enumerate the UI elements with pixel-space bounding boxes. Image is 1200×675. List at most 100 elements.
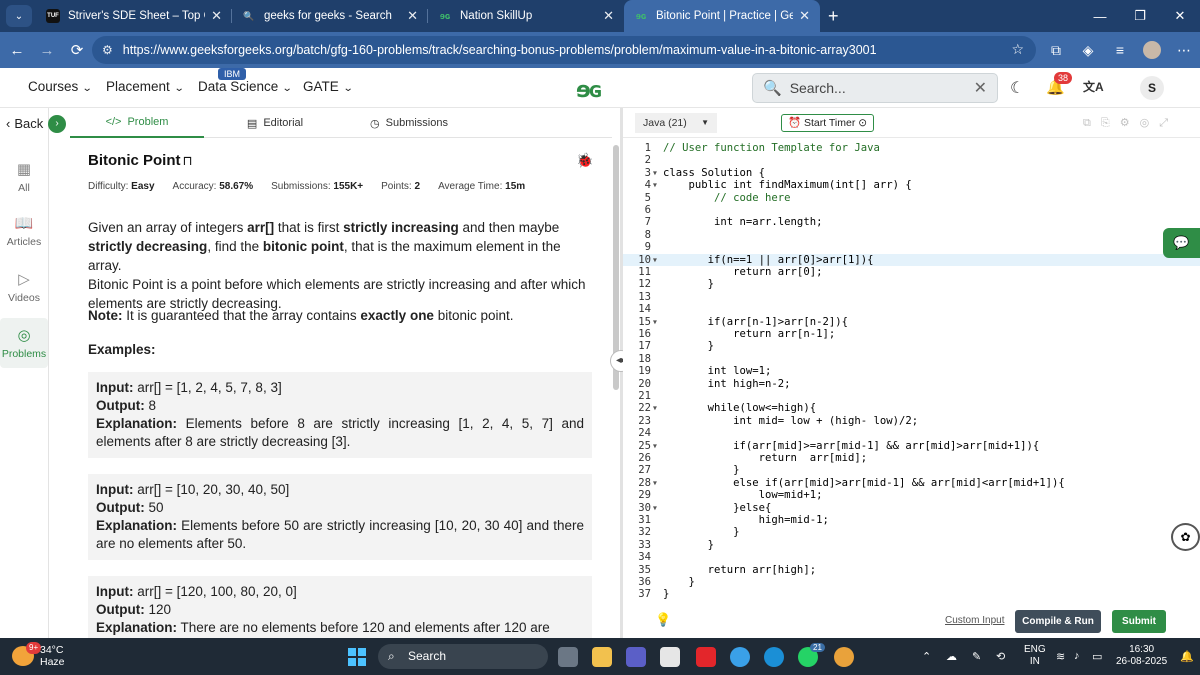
code-line[interactable]: 6	[623, 204, 1200, 217]
language-select[interactable]: Java (21) ▼	[635, 113, 717, 133]
code-line[interactable]: 31 high=mid-1;	[623, 514, 1200, 527]
edge-icon[interactable]	[764, 647, 784, 667]
code-line[interactable]: 8	[623, 229, 1200, 242]
battery-icon[interactable]: ▭	[1092, 650, 1102, 663]
youtube-icon[interactable]	[696, 647, 716, 667]
fold-toggle-icon[interactable]: ▼	[653, 440, 657, 453]
back-arrow-icon[interactable]: ←	[2, 42, 32, 59]
fold-toggle-icon[interactable]: ▼	[653, 179, 657, 192]
submit-button[interactable]: Submit	[1112, 610, 1166, 633]
start-timer-button[interactable]: ⏰ Start Timer ⊙	[781, 114, 875, 132]
url-field[interactable]: ⚙ https://www.geeksforgeeks.org/batch/gf…	[92, 36, 1036, 64]
back-button[interactable]: ‹ Back ›	[0, 108, 70, 138]
code-line[interactable]: 14	[623, 303, 1200, 316]
code-line[interactable]: 1 // User function Template for Java	[623, 142, 1200, 155]
tab-problem[interactable]: </> Problem	[70, 108, 204, 138]
reload-icon[interactable]: ⟳	[62, 41, 92, 59]
code-line[interactable]: 24	[623, 427, 1200, 440]
clear-search-icon[interactable]: ✕	[974, 78, 987, 98]
fold-toggle-icon[interactable]: ▼	[653, 254, 657, 267]
taskbar-search[interactable]: ⌕ Search	[378, 644, 548, 669]
code-area[interactable]: 1// User function Template for Java 2 3 ▼ cl…	[623, 138, 1200, 608]
close-window-icon[interactable]: ✕	[1160, 0, 1200, 32]
copilot-icon[interactable]: ◈	[1072, 42, 1104, 59]
fold-toggle-icon[interactable]: ▼	[653, 316, 657, 329]
code-line[interactable]: 17 }	[623, 340, 1200, 353]
more-menu-icon[interactable]: ⋯	[1168, 42, 1200, 59]
code-line[interactable]: 7 int n=arr.length;	[623, 216, 1200, 229]
fold-toggle-icon[interactable]: ▼	[653, 167, 657, 180]
browser-tab[interactable]: ɘɢ Nation SkillUp ✕	[428, 0, 624, 32]
code-line[interactable]: 22 ▼ while(low<=high){	[623, 402, 1200, 415]
fullscreen-icon[interactable]: ⤢	[1159, 117, 1178, 129]
extensions-icon[interactable]: ⧉	[1040, 42, 1072, 59]
tab-editorial[interactable]: ▤ Editorial	[208, 108, 342, 138]
code-line[interactable]: 9	[623, 241, 1200, 254]
site-info-icon[interactable]: ⚙	[102, 43, 113, 57]
profile-avatar-icon[interactable]	[1143, 41, 1161, 59]
wifi-icon[interactable]: ≋	[1056, 650, 1065, 663]
nav-gate[interactable]: GATE ⌄	[303, 79, 353, 94]
lightbulb-icon[interactable]: 💡	[655, 612, 671, 628]
notification-center-icon[interactable]: 🔔	[1180, 650, 1194, 663]
chevron-right-circle-icon[interactable]: ›	[48, 115, 66, 133]
code-line[interactable]: 11 return arr[0];	[623, 266, 1200, 279]
browser-tab[interactable]: TUF Striver's SDE Sheet – Top Coding ✕	[36, 0, 232, 32]
new-tab-icon[interactable]: +	[828, 6, 839, 27]
teams-icon[interactable]	[626, 647, 646, 667]
custom-input-link[interactable]: Custom Input	[945, 615, 1004, 626]
help-icon[interactable]	[730, 647, 750, 667]
code-line[interactable]: 13	[623, 291, 1200, 304]
copy-icon[interactable]: ⧉	[1083, 117, 1101, 129]
report-bug-icon[interactable]: 🐞	[576, 152, 593, 169]
input-language[interactable]: ENG IN	[1024, 644, 1046, 668]
code-line[interactable]: 28 ▼ else if(arr[mid]>arr[mid-1] && arr[m…	[623, 477, 1200, 490]
code-line[interactable]: 3 ▼ class Solution {	[623, 167, 1200, 180]
code-line[interactable]: 33 }	[623, 539, 1200, 552]
sync-icon[interactable]: ⟲	[996, 650, 1005, 663]
code-line[interactable]: 16 return arr[n-1];	[623, 328, 1200, 341]
browser-tab-active[interactable]: ɘɢ Bitonic Point | Practice | Geeksfo ✕	[624, 0, 820, 32]
close-icon[interactable]: ✕	[211, 8, 222, 24]
browser-tab[interactable]: 🔍 geeks for geeks - Search ✕	[232, 0, 428, 32]
bookmark-icon[interactable]: ⊓	[183, 153, 193, 168]
code-line[interactable]: 26 return arr[mid];	[623, 452, 1200, 465]
close-icon[interactable]: ✕	[407, 8, 418, 24]
fold-toggle-icon[interactable]: ▼	[653, 477, 657, 490]
theme-icon[interactable]: ◎	[1140, 117, 1160, 129]
restore-icon[interactable]: ❐	[1120, 0, 1160, 32]
code-line[interactable]: 4 ▼ public int findMaximum(int[] arr) {	[623, 179, 1200, 192]
code-line[interactable]: 2	[623, 154, 1200, 167]
code-line[interactable]: 34	[623, 551, 1200, 564]
code-line[interactable]: 30 ▼ }else{	[623, 502, 1200, 515]
tab-search-dropdown[interactable]: ⌄	[6, 5, 32, 27]
reading-list-icon[interactable]: ≡	[1104, 42, 1136, 58]
code-line[interactable]: 37}	[623, 588, 1200, 601]
code-line[interactable]: 15 ▼ if(arr[n-1]>arr[n-2]){	[623, 316, 1200, 329]
chat-icon[interactable]: 💬	[1163, 228, 1200, 258]
code-line[interactable]: 21	[623, 390, 1200, 403]
cloud-icon[interactable]: ☁	[946, 650, 957, 663]
task-view-icon[interactable]	[558, 647, 578, 667]
code-line[interactable]: 10 ▼ if(n==1 || arr[0]>arr[1]){	[623, 253, 1200, 267]
code-line[interactable]: 25 ▼ if(arr[mid]>=arr[mid-1] && arr[mid]>…	[623, 440, 1200, 453]
code-line[interactable]: 18	[623, 353, 1200, 366]
nav-placement[interactable]: Placement ⌄	[106, 79, 184, 94]
pen-icon[interactable]: ✎	[972, 650, 981, 663]
tab-submissions[interactable]: ◷ Submissions	[342, 108, 476, 138]
code-line[interactable]: 32 }	[623, 526, 1200, 539]
code-line[interactable]: 36 }	[623, 576, 1200, 589]
tray-chevron-icon[interactable]: ⌃	[922, 650, 931, 663]
sidebar-item-articles[interactable]: 📖 Articles	[0, 214, 48, 248]
code-line[interactable]: 12 }	[623, 278, 1200, 291]
sidebar-item-all[interactable]: ▦ All	[0, 160, 48, 194]
code-line[interactable]: 23 int mid= low + (high- low)/2;	[623, 415, 1200, 428]
code-line[interactable]: 29 low=mid+1;	[623, 489, 1200, 502]
code-line[interactable]: 27 }	[623, 464, 1200, 477]
code-line[interactable]: 19 int low=1;	[623, 365, 1200, 378]
dark-mode-moon-icon[interactable]: ☾	[1010, 78, 1024, 98]
compile-run-button[interactable]: Compile & Run	[1015, 610, 1101, 633]
forward-arrow-icon[interactable]: →	[32, 42, 62, 59]
volume-icon[interactable]: ♪	[1074, 650, 1080, 662]
minimize-icon[interactable]: —	[1080, 0, 1120, 32]
